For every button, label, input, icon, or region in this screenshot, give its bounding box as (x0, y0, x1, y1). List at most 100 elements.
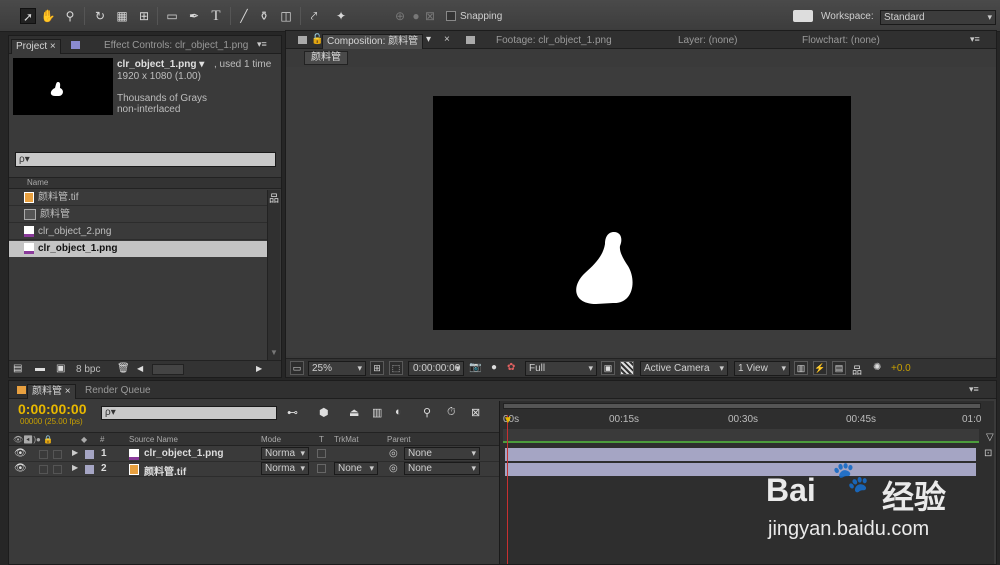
tab-flowchart[interactable]: Flowchart: (none) (798, 34, 884, 49)
new-folder-icon[interactable]: ▬ (35, 363, 45, 374)
motion-blur-icon[interactable]: ◐ (395, 406, 402, 418)
snapshot-icon[interactable]: 📷 (469, 362, 481, 373)
transparency-grid-icon[interactable] (620, 361, 634, 375)
fast-previews-icon[interactable]: ⚡ (813, 361, 827, 375)
close-tab-icon[interactable]: × (444, 34, 450, 45)
preserve-transparency-checkbox[interactable] (317, 449, 326, 458)
layer-name[interactable]: 颜料管.tif (144, 463, 186, 478)
project-item[interactable]: 颜料管.tif (9, 190, 267, 206)
source-name-header[interactable]: Source Name (129, 435, 178, 444)
expand-arrow-icon[interactable]: ▶ (72, 463, 78, 472)
project-scrollbar[interactable]: 品 ▼ (267, 190, 280, 360)
time-navigator[interactable] (503, 403, 981, 409)
resolution-dropdown[interactable]: Full (525, 361, 597, 376)
parent-dropdown[interactable]: None (404, 462, 480, 475)
scroll-left-icon[interactable]: ◀ (137, 364, 143, 373)
project-item[interactable]: clr_object_2.png (9, 224, 267, 240)
composition-tab-menu-icon[interactable]: ▾ (426, 34, 440, 48)
t-header[interactable]: T (319, 435, 324, 444)
pick-whip-icon[interactable]: ◎ (389, 448, 398, 459)
pick-whip-icon[interactable]: ◎ (389, 463, 398, 474)
brainstorm-icon[interactable]: ⚲ (423, 406, 431, 419)
layer-number-header[interactable]: # (100, 435, 104, 444)
composition-viewer[interactable] (286, 67, 996, 356)
layer-name[interactable]: clr_object_1.png (144, 448, 223, 459)
project-item-selected[interactable]: clr_object_1.png (9, 241, 267, 257)
tab-footage[interactable]: Footage: clr_object_1.png (492, 34, 616, 49)
layer-label-color[interactable] (85, 465, 94, 474)
visibility-eye-icon[interactable]: 👁 (14, 463, 27, 474)
hand-tool-icon[interactable]: ✋ (40, 8, 56, 24)
playhead-icon[interactable]: ▼ (503, 415, 513, 426)
clone-stamp-tool-icon[interactable]: ⚱ (256, 8, 272, 24)
tab-composition[interactable]: Composition: 颜料管 (322, 34, 424, 49)
panel-menu-icon[interactable]: ▾≡ (969, 384, 979, 395)
mode-header[interactable]: Mode (261, 435, 281, 444)
zoom-tool-icon[interactable]: ⚲ (62, 8, 78, 24)
composition-canvas[interactable] (433, 96, 851, 330)
bit-depth-button[interactable]: 8 bpc (76, 364, 100, 375)
exposure-reset-icon[interactable]: ✺ (873, 362, 881, 373)
auto-keyframe-icon[interactable]: ⏱ (447, 406, 456, 419)
preserve-transparency-checkbox[interactable] (317, 464, 326, 473)
zoom-out-icon[interactable]: ▽ (986, 432, 994, 443)
timeline-layer-row[interactable]: 👁 ▶ 1 clr_object_1.png Norma ◎ None (9, 447, 499, 462)
pan-behind-tool-icon[interactable]: ⊞ (136, 8, 152, 24)
selection-tool-icon[interactable]: ➚ (20, 8, 36, 24)
layer-label-color[interactable] (85, 450, 94, 459)
magnification-dropdown[interactable]: 25% (308, 361, 366, 376)
eraser-tool-icon[interactable]: ◫ (278, 8, 294, 24)
workspace-swap-icon[interactable] (793, 10, 813, 22)
label-column-icon[interactable]: ◆ (81, 435, 87, 444)
expand-arrow-icon[interactable]: ▶ (72, 448, 78, 457)
roto-brush-tool-icon[interactable]: ⤤ (306, 8, 322, 24)
time-ruler[interactable]: 00s 00:15s 00:30s 00:45s 01:0 (500, 411, 982, 429)
solo-switch[interactable] (39, 450, 48, 459)
layer-mode-dropdown[interactable]: Norma (261, 462, 309, 475)
rotation-tool-icon[interactable]: ↻ (92, 8, 108, 24)
project-search-input[interactable]: ρ▾ (15, 152, 276, 167)
timeline-search-input[interactable]: ρ▾ (101, 406, 277, 420)
channel-icon[interactable]: ✿ (507, 362, 515, 373)
project-item[interactable]: 颜料管 (9, 207, 267, 223)
type-tool-icon[interactable]: T (208, 8, 224, 24)
tab-effect-controls[interactable]: Effect Controls: clr_object_1.png (100, 39, 252, 54)
parent-header[interactable]: Parent (387, 435, 411, 444)
workspace-dropdown[interactable]: Standard (880, 10, 996, 25)
current-time-indicator[interactable] (507, 415, 508, 564)
snapping-checkbox[interactable] (446, 11, 456, 22)
composition-breadcrumb[interactable]: 颜料管 (304, 51, 348, 65)
scroll-down-icon[interactable]: ▼ (270, 348, 278, 357)
region-of-interest-icon[interactable]: ▣ (601, 361, 615, 375)
preview-filename[interactable]: clr_object_1.png ▾ (117, 59, 204, 70)
work-area-bar[interactable] (503, 429, 979, 443)
parent-dropdown[interactable]: None (404, 447, 480, 460)
show-snapshot-icon[interactable]: ● (491, 362, 497, 373)
frame-blending-icon[interactable]: ▥ (372, 406, 382, 419)
tab-project[interactable]: Project × (11, 39, 61, 54)
new-composition-icon[interactable]: ▣ (56, 363, 65, 374)
scroll-right-icon[interactable]: ▶ (256, 364, 262, 373)
mask-visibility-icon[interactable]: ⬚ (389, 361, 403, 375)
shy-layers-icon[interactable]: ⏏ (349, 406, 359, 419)
lock-switch[interactable] (53, 450, 62, 459)
safe-margins-icon[interactable]: ⊞ (370, 361, 384, 375)
flowchart-icon[interactable]: 品 (269, 190, 279, 205)
panel-menu-icon[interactable]: ▾≡ (257, 39, 267, 50)
layer-mode-dropdown[interactable]: Norma (261, 447, 309, 460)
trkmat-header[interactable]: TrkMat (334, 435, 359, 444)
always-preview-icon[interactable]: ▭ (290, 361, 304, 375)
puppet-pin-tool-icon[interactable]: ✦ (333, 8, 349, 24)
panel-menu-icon[interactable]: ▾≡ (970, 34, 980, 45)
trash-icon[interactable]: 🗑 (117, 363, 130, 374)
pixel-aspect-icon[interactable]: ▥ (794, 361, 808, 375)
timeline-layer-row[interactable]: 👁 ▶ 2 颜料管.tif Norma None ◎ None (9, 462, 499, 478)
comp-mini-flowchart-icon[interactable]: ⊷ (287, 406, 298, 419)
draft-3d-icon[interactable]: ⬢ (319, 406, 329, 419)
pen-tool-icon[interactable]: ✒ (186, 8, 202, 24)
current-time-field[interactable]: 0:00:00:00 (408, 361, 464, 376)
tab-layer[interactable]: Layer: (none) (674, 34, 741, 49)
interpret-footage-icon[interactable]: ▤ (13, 363, 22, 374)
horizontal-scroll-thumb[interactable] (152, 364, 184, 375)
tab-timeline-composition[interactable]: 颜料管 × (27, 384, 76, 399)
